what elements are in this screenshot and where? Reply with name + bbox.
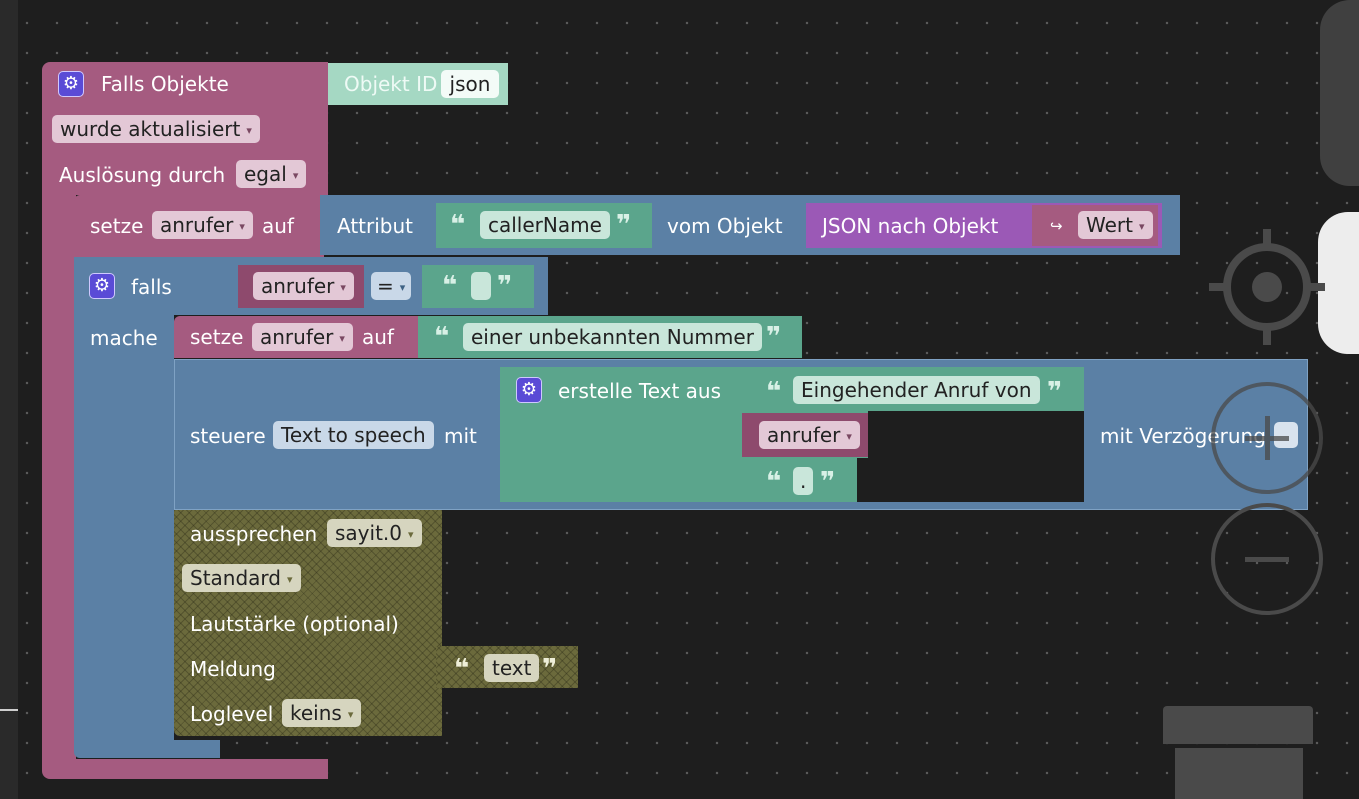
set-label-2: setze xyxy=(190,325,244,349)
zoom-out-icon[interactable] xyxy=(1211,503,1323,615)
chevron-down-icon: ▾ xyxy=(287,573,293,586)
loglevel-dropdown[interactable]: keins ▾ xyxy=(282,699,362,727)
say-mode-dropdown[interactable]: Standard ▾ xyxy=(182,564,301,592)
quote-close-icon: ❞ xyxy=(1047,377,1063,407)
volume-label: Lautstärke (optional) xyxy=(190,612,399,636)
message-text-value: text xyxy=(492,656,532,680)
loglevel-label: Loglevel xyxy=(190,702,274,726)
chevron-down-icon: ▾ xyxy=(408,528,414,541)
control-target-field[interactable]: Text to speech xyxy=(273,421,434,449)
cause-dropdown[interactable]: egal ▾ xyxy=(236,160,307,188)
cause-label: Auslösung durch xyxy=(59,163,226,187)
chevron-down-icon: ▾ xyxy=(340,281,346,294)
compare-variable-value: anrufer xyxy=(261,274,335,298)
chevron-down-icon: ▾ xyxy=(399,281,406,294)
say-mode-value: Standard xyxy=(190,566,281,590)
text-part-2-value: anrufer xyxy=(767,423,841,447)
left-edge-marker xyxy=(0,709,18,711)
if-gear-icon[interactable]: ⚙ xyxy=(89,273,115,299)
attribute-text-value: callerName xyxy=(488,213,602,237)
value-dropdown[interactable]: Wert ▾ xyxy=(1078,211,1153,239)
set-variable-value-2: anrufer xyxy=(260,325,334,349)
do-label: mache xyxy=(90,326,158,350)
text-part-1-value: Eingehender Anruf von xyxy=(801,378,1032,402)
to-label-2: auf xyxy=(362,325,394,349)
object-id-label: Objekt ID xyxy=(344,72,438,96)
json-to-object-label: JSON nach Objekt xyxy=(822,214,999,238)
set-variable-dropdown-2[interactable]: anrufer ▾ xyxy=(252,323,353,351)
if-block-footer xyxy=(74,740,220,758)
create-text-label: erstelle Text aus xyxy=(558,379,722,403)
create-text-gear-icon[interactable]: ⚙ xyxy=(516,377,542,403)
quote-close-icon: ❞ xyxy=(497,271,513,301)
quote-open-icon: ❝ xyxy=(434,322,450,352)
trash-can-icon[interactable] xyxy=(1175,748,1303,799)
text-part-1-field[interactable]: Eingehender Anruf von xyxy=(793,376,1040,404)
cause-dropdown-value: egal xyxy=(244,162,287,186)
trigger-gear-icon[interactable]: ⚙ xyxy=(58,71,84,97)
with-label: mit xyxy=(444,424,477,448)
create-text-empty-slot-2 xyxy=(857,458,1084,502)
message-label: Meldung xyxy=(190,657,276,681)
control-label: steuere xyxy=(190,424,266,448)
quote-open-icon: ❝ xyxy=(766,467,782,497)
quote-open-icon: ❝ xyxy=(766,377,782,407)
text-part-3-field[interactable]: . xyxy=(793,467,814,495)
set-variable-dropdown-1[interactable]: anrufer ▾ xyxy=(152,211,253,239)
chevron-down-icon: ▾ xyxy=(292,169,299,182)
quote-close-icon: ❞ xyxy=(820,467,836,497)
if-block-spine xyxy=(74,315,174,745)
chevron-down-icon: ▾ xyxy=(846,430,852,443)
quote-close-icon: ❞ xyxy=(616,210,632,240)
trigger-title: Falls Objekte xyxy=(101,72,229,96)
say-instance-dropdown[interactable]: sayit.0 ▾ xyxy=(327,519,422,547)
trash-lid-icon[interactable] xyxy=(1163,706,1313,744)
operator-dropdown[interactable]: = ▾ xyxy=(371,272,412,300)
set-label-1: setze xyxy=(90,214,144,238)
object-id-field[interactable]: json xyxy=(441,70,499,98)
if-label: falls xyxy=(131,275,172,299)
unknown-number-text-field[interactable]: einer unbekannten Nummer xyxy=(463,323,762,351)
chevron-down-icon: ▾ xyxy=(347,708,354,721)
quote-close-icon: ❞ xyxy=(766,322,782,352)
object-id-value: json xyxy=(449,72,491,96)
unknown-number-text-value: einer unbekannten Nummer xyxy=(471,325,754,349)
to-label-1: auf xyxy=(262,214,294,238)
workspace-left-edge xyxy=(0,0,18,799)
quote-open-icon: ❝ xyxy=(442,271,458,301)
trigger-block-spine xyxy=(42,195,76,763)
scrollbar-vertical[interactable] xyxy=(1320,0,1359,186)
chevron-down-icon: ▾ xyxy=(239,220,245,233)
chevron-down-icon: ▾ xyxy=(246,124,252,137)
loglevel-value: keins xyxy=(290,701,342,725)
quote-open-icon: ❝ xyxy=(454,654,470,684)
trigger-block-footer xyxy=(42,759,328,779)
value-arrow-icon: ↪ xyxy=(1050,217,1063,235)
say-instance-value: sayit.0 xyxy=(335,521,402,545)
set-variable-value-1: anrufer xyxy=(160,213,234,237)
compare-text-field[interactable] xyxy=(471,272,491,300)
chevron-down-icon: ▾ xyxy=(339,332,345,345)
create-text-empty-slot-1 xyxy=(868,411,1084,458)
say-label: aussprechen xyxy=(190,522,318,546)
zoom-in-icon[interactable] xyxy=(1211,382,1323,494)
compare-variable-dropdown[interactable]: anrufer ▾ xyxy=(253,272,354,300)
operator-value: = xyxy=(377,274,394,298)
text-part-3-value: . xyxy=(800,469,807,493)
control-target-value: Text to speech xyxy=(281,423,426,447)
quote-open-icon: ❝ xyxy=(450,210,466,240)
attribute-text-field[interactable]: callerName xyxy=(480,211,610,239)
quote-close-icon: ❞ xyxy=(542,654,558,684)
value-dropdown-value: Wert xyxy=(1086,213,1133,237)
from-object-label: vom Objekt xyxy=(667,214,783,238)
chevron-down-icon: ▾ xyxy=(1138,220,1145,233)
event-dropdown-value: wurde aktualisiert xyxy=(60,117,241,141)
text-part-2-dropdown[interactable]: anrufer ▾ xyxy=(759,421,860,449)
attribute-label: Attribut xyxy=(337,214,414,238)
message-text-field[interactable]: text xyxy=(484,654,540,682)
recenter-icon[interactable] xyxy=(1209,229,1325,345)
event-dropdown[interactable]: wurde aktualisiert ▾ xyxy=(52,115,260,143)
